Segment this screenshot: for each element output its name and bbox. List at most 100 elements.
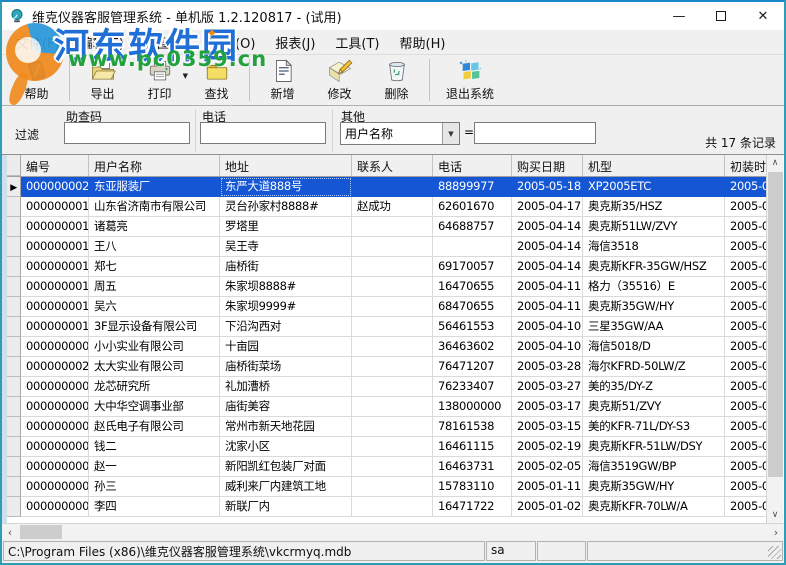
cell[interactable]: 2005-04-14 bbox=[512, 257, 583, 277]
phone-input[interactable] bbox=[200, 122, 326, 144]
row-marker[interactable] bbox=[7, 237, 21, 257]
cell[interactable] bbox=[352, 217, 433, 237]
print-button[interactable]: ▼ 打印 bbox=[131, 56, 188, 104]
col-header-phone[interactable]: 电话 bbox=[433, 155, 512, 176]
cell[interactable]: 新联厂内 bbox=[220, 497, 352, 517]
cell[interactable] bbox=[352, 337, 433, 357]
cell[interactable] bbox=[352, 377, 433, 397]
table-row[interactable]: 0000000005赵氏电子有限公司常州市新天地花园781615382005-0… bbox=[7, 417, 766, 437]
table-row[interactable]: 0000000003孙三威利来厂内建筑工地 157831102005-01-11奥… bbox=[7, 477, 766, 497]
cell[interactable] bbox=[352, 417, 433, 437]
menu-help[interactable]: 帮助(H) bbox=[390, 30, 456, 55]
cell[interactable] bbox=[352, 357, 433, 377]
cell[interactable]: 0000000020 bbox=[21, 177, 89, 197]
cell[interactable]: 0000000007 bbox=[21, 377, 89, 397]
menu-file[interactable]: 文件(F) bbox=[6, 30, 70, 55]
row-marker[interactable] bbox=[7, 337, 21, 357]
cell[interactable]: 周五 bbox=[89, 277, 220, 297]
cell[interactable]: 格力（35516）E bbox=[583, 277, 725, 297]
col-header-contact[interactable]: 联系人 bbox=[352, 155, 433, 176]
vertical-scrollbar[interactable]: ∧ ∨ bbox=[766, 155, 783, 523]
cell[interactable]: 0000000010 bbox=[21, 317, 89, 337]
cell[interactable] bbox=[352, 237, 433, 257]
cell[interactable]: 3F显示设备有限公司 bbox=[89, 317, 220, 337]
cell[interactable]: 2005-02-19 bbox=[512, 437, 583, 457]
cell[interactable]: 奥克斯KFR-51LW/DSY bbox=[583, 437, 725, 457]
col-header-id[interactable]: 编号 bbox=[21, 155, 89, 176]
row-marker[interactable] bbox=[7, 477, 21, 497]
col-header-username[interactable]: 用户名称 bbox=[89, 155, 220, 176]
cell[interactable]: 2005-04-14 bbox=[512, 217, 583, 237]
cell[interactable]: 赵氏电子有限公司 bbox=[89, 417, 220, 437]
cell[interactable]: 2005-04- bbox=[725, 217, 766, 237]
cell[interactable]: 2005-03-28 bbox=[512, 357, 583, 377]
cell[interactable]: 2005-01-11 bbox=[512, 477, 583, 497]
cell[interactable]: 16461115 bbox=[433, 437, 512, 457]
add-button[interactable]: 新增 bbox=[254, 56, 311, 104]
cell[interactable]: 2005-04-11 bbox=[512, 297, 583, 317]
cell[interactable]: 2005-04- bbox=[725, 297, 766, 317]
other-value-input[interactable] bbox=[474, 122, 596, 144]
cell[interactable]: 78161538 bbox=[433, 417, 512, 437]
cell[interactable]: 吴六 bbox=[89, 297, 220, 317]
scroll-right-icon[interactable]: › bbox=[768, 524, 784, 540]
cell[interactable]: 64688757 bbox=[433, 217, 512, 237]
cell[interactable]: 0000000003 bbox=[21, 477, 89, 497]
row-marker[interactable]: ▶ bbox=[7, 177, 21, 197]
cell[interactable] bbox=[352, 317, 433, 337]
cell[interactable]: 69170057 bbox=[433, 257, 512, 277]
cell[interactable]: 0000000014 bbox=[21, 257, 89, 277]
cell[interactable] bbox=[352, 457, 433, 477]
cell[interactable]: 诸葛亮 bbox=[89, 217, 220, 237]
cell[interactable]: 奥克斯35GW/HY bbox=[583, 477, 725, 497]
table-row[interactable]: 0000000011周五朱家坝8888# 164706552005-04-11格力… bbox=[7, 277, 766, 297]
chevron-down-icon[interactable]: ▼ bbox=[442, 123, 459, 144]
cell[interactable]: 0000000001 bbox=[21, 457, 89, 477]
cell[interactable]: 大中华空调事业部 bbox=[89, 397, 220, 417]
table-row[interactable]: 0000000015王八吴王寺 2005-04-14海信35182005-04- bbox=[7, 237, 766, 257]
cell[interactable]: 2005-02- bbox=[725, 437, 766, 457]
cell[interactable]: XP2005ETC bbox=[583, 177, 725, 197]
cell[interactable]: 灵台孙家村8888# bbox=[220, 197, 352, 217]
table-row[interactable]: 0000000009小小实业有限公司十亩园 364636022005-04-10海… bbox=[7, 337, 766, 357]
maximize-button[interactable] bbox=[700, 2, 742, 30]
close-button[interactable]: ✕ bbox=[742, 2, 784, 30]
cell[interactable]: 0000000018 bbox=[21, 217, 89, 237]
cell[interactable]: 2005-03- bbox=[725, 397, 766, 417]
cell[interactable] bbox=[352, 277, 433, 297]
col-header-install-time[interactable]: 初装时间 bbox=[725, 155, 766, 176]
cell[interactable]: 0000000019 bbox=[21, 197, 89, 217]
cell[interactable]: 2005-03-15 bbox=[512, 417, 583, 437]
edit-button[interactable]: 修改 bbox=[311, 56, 368, 104]
row-marker[interactable] bbox=[7, 297, 21, 317]
cell[interactable]: 2005-04-17 bbox=[512, 197, 583, 217]
cell[interactable]: 新阳凯红包装厂对面 bbox=[220, 457, 352, 477]
cell[interactable]: 2005-02-05 bbox=[512, 457, 583, 477]
cell[interactable]: 2005-03- bbox=[725, 417, 766, 437]
table-row[interactable]: 0000000007龙芯研究所礼加漕桥 762334072005-03-27美的3… bbox=[7, 377, 766, 397]
field-select[interactable]: 用户名称 ▼ bbox=[340, 122, 460, 145]
cell[interactable]: 龙芯研究所 bbox=[89, 377, 220, 397]
cell[interactable]: 三星35GW/AA bbox=[583, 317, 725, 337]
col-header-model[interactable]: 机型 bbox=[583, 155, 725, 176]
table-row[interactable]: 0000000018诸葛亮罗塔里 646887572005-04-14奥克斯51L… bbox=[7, 217, 766, 237]
delete-button[interactable]: 删除 bbox=[368, 56, 425, 104]
cell[interactable]: 15783110 bbox=[433, 477, 512, 497]
cell[interactable]: 2005-04-14 bbox=[512, 237, 583, 257]
cell[interactable]: 88899977 bbox=[433, 177, 512, 197]
cell[interactable]: 太大实业有限公司 bbox=[89, 357, 220, 377]
resize-grip[interactable] bbox=[768, 546, 781, 559]
scroll-down-icon[interactable]: ∨ bbox=[767, 507, 783, 523]
minimize-button[interactable]: — bbox=[658, 2, 700, 30]
table-row[interactable]: 0000000013吴六朱家坝9999# 684706552005-04-11奥克… bbox=[7, 297, 766, 317]
cell[interactable]: 16463731 bbox=[433, 457, 512, 477]
cell[interactable]: 海信5018/D bbox=[583, 337, 725, 357]
cell[interactable]: 奥克斯KFR-70LW/A bbox=[583, 497, 725, 517]
row-marker[interactable] bbox=[7, 377, 21, 397]
cell[interactable]: 奥克斯51/ZVY bbox=[583, 397, 725, 417]
menu-view[interactable]: 视图(V) bbox=[134, 30, 199, 55]
cell[interactable]: 海信3519GW/BP bbox=[583, 457, 725, 477]
cell[interactable]: 王八 bbox=[89, 237, 220, 257]
table-row[interactable]: 0000000004李四新联厂内 164717222005-01-02奥克斯KFR… bbox=[7, 497, 766, 517]
cell[interactable] bbox=[352, 257, 433, 277]
